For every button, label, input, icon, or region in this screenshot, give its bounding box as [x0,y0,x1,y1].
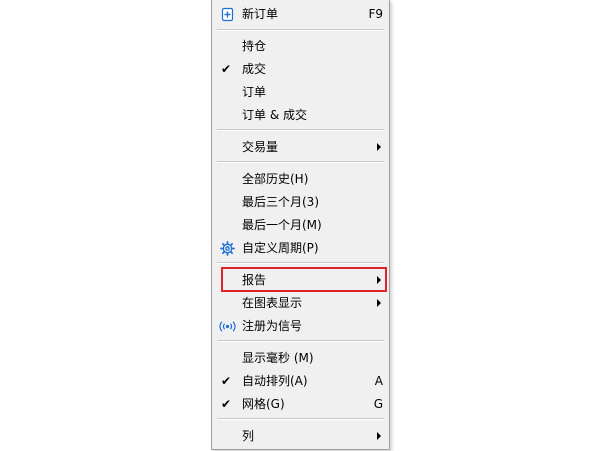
menu-item-label: 在图表显示 [242,296,303,310]
menu-separator [217,340,384,342]
menu-item-report[interactable]: 报告 [212,269,389,292]
menu-item-columns[interactable]: 列 [212,425,389,448]
submenu-arrow-icon [377,299,381,307]
checkmark-icon: ✔ [221,397,232,411]
menu-separator [217,161,384,163]
menu-item-register-signal[interactable]: 注册为信号 [212,315,389,338]
menu-item-label: 自动排列(A) [242,374,308,388]
menu-item-orders-and-deals[interactable]: 订单 & 成交 [212,104,389,127]
menu-item-label: 显示毫秒 (M) [242,351,314,365]
menu-item-label: 自定义周期(P) [242,241,319,255]
menu-item-label: 持仓 [242,39,267,53]
menu-item-label: 订单 [242,85,267,99]
signal-broadcast-icon [218,319,237,334]
menu-item-volume[interactable]: 交易量 [212,136,389,159]
submenu-arrow-icon [377,143,381,151]
gear-icon [220,241,235,256]
menu-item-label: 成交 [242,62,267,76]
menu-item-label: 列 [242,429,255,443]
menu-item-label: 报告 [242,273,267,287]
menu-item-orders[interactable]: 订单 [212,81,389,104]
submenu-arrow-icon [377,432,381,440]
menu-item-label: 最后三个月(3) [242,195,319,209]
menu-item-show-on-chart[interactable]: 在图表显示 [212,292,389,315]
menu-separator [217,29,384,31]
checkmark-icon: ✔ [221,62,232,76]
menu-item-new-order[interactable]: 新订单 F9 [212,3,389,26]
menu-item-label: 最后一个月(M) [242,218,322,232]
menu-item-last-three-months[interactable]: 最后三个月(3) [212,191,389,214]
menu-separator [217,262,384,264]
menu-item-show-milliseconds[interactable]: 显示毫秒 (M) [212,347,389,370]
menu-item-grid[interactable]: ✔ 网格(G) G [212,393,389,416]
menu-item-positions[interactable]: 持仓 [212,35,389,58]
context-menu: 新订单 F9 持仓 ✔ 成交 订单 订单 & 成交 交易量 全部历史(H) 最后… [211,0,390,450]
menu-item-label: 交易量 [242,140,279,154]
menu-item-deals[interactable]: ✔ 成交 [212,58,389,81]
menu-separator [217,418,384,420]
menu-item-label: 全部历史(H) [242,172,309,186]
menu-item-shortcut: G [373,397,383,411]
menu-item-shortcut: F9 [368,7,383,21]
menu-item-shortcut: A [374,374,383,388]
menu-item-all-history[interactable]: 全部历史(H) [212,168,389,191]
menu-item-label: 订单 & 成交 [242,108,307,122]
menu-item-label: 注册为信号 [242,319,303,333]
menu-separator [217,129,384,131]
new-document-icon [220,7,235,22]
menu-item-label: 新订单 [242,7,279,21]
menu-item-custom-period[interactable]: 自定义周期(P) [212,237,389,260]
checkmark-icon: ✔ [221,374,232,388]
submenu-arrow-icon [377,276,381,284]
menu-item-auto-arrange[interactable]: ✔ 自动排列(A) A [212,370,389,393]
menu-item-last-month[interactable]: 最后一个月(M) [212,214,389,237]
page: 新订单 F9 持仓 ✔ 成交 订单 订单 & 成交 交易量 全部历史(H) 最后… [0,0,600,451]
menu-item-label: 网格(G) [242,397,285,411]
